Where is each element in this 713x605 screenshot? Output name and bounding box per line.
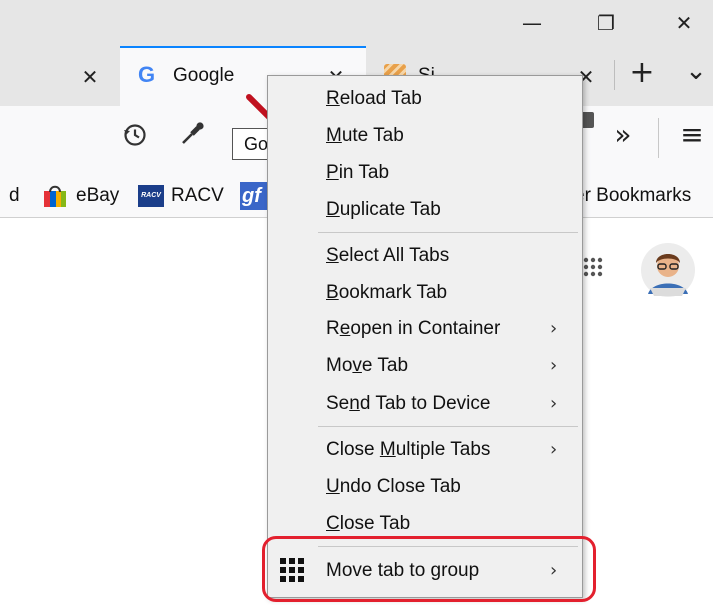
chevron-right-icon: ›	[550, 318, 558, 339]
hamburger-menu-button[interactable]: ≡	[672, 120, 712, 150]
chevron-right-icon: ›	[550, 439, 558, 460]
maximize-button[interactable]: ❐	[586, 8, 626, 38]
ebay-bag-icon	[42, 184, 68, 208]
tab-divider	[614, 60, 615, 90]
tab-context-menu: Reload Tab Mute Tab Pin Tab Duplicate Ta…	[267, 75, 583, 598]
google-favicon-icon: G	[138, 62, 156, 87]
menu-separator	[318, 426, 578, 427]
menu-item-bookmark-tab[interactable]: Bookmark Tab	[326, 279, 447, 307]
menu-item-pin-tab[interactable]: Pin Tab	[326, 159, 389, 187]
chevron-right-icon: ›	[550, 393, 558, 414]
menu-item-reload-tab[interactable]: Reload Tab	[326, 85, 422, 113]
history-icon[interactable]	[122, 122, 148, 148]
menu-separator	[318, 232, 578, 233]
menu-item-duplicate-tab[interactable]: Duplicate Tab	[326, 196, 441, 224]
racv-logo-icon: RACV	[138, 185, 164, 207]
other-bookmarks[interactable]: er Bookmarks	[574, 182, 691, 210]
menu-item-move-tab[interactable]: Move Tab	[326, 352, 408, 380]
bookmark-fragment[interactable]: d	[9, 182, 20, 210]
menu-item-mute-tab[interactable]: Mute Tab	[326, 122, 404, 150]
close-window-button[interactable]: ✕	[664, 8, 704, 38]
menu-item-select-all-tabs[interactable]: Select All Tabs	[326, 242, 449, 270]
menu-item-send-tab-to-device[interactable]: Send Tab to Device	[326, 390, 490, 418]
bookmark-ebay[interactable]: eBay	[76, 182, 119, 210]
tab-title: Google	[173, 65, 235, 86]
apps-grid-icon[interactable]	[582, 256, 604, 278]
close-tab-icon[interactable]: ✕	[70, 62, 110, 92]
menu-item-close-tab[interactable]: Close Tab	[326, 510, 410, 538]
highlight-annotation	[262, 536, 596, 602]
avatar[interactable]	[640, 242, 696, 298]
list-all-tabs-button[interactable]: ⌄	[676, 56, 713, 86]
menu-item-close-multiple-tabs[interactable]: Close Multiple Tabs	[326, 436, 490, 464]
menu-item-reopen-in-container[interactable]: Reopen in Container	[326, 315, 500, 343]
minimize-button[interactable]: —	[512, 8, 552, 38]
new-tab-button[interactable]: +	[622, 58, 662, 88]
toolbar-divider	[658, 118, 659, 158]
chevron-right-icon: ›	[550, 355, 558, 376]
bookmark-racv[interactable]: RACV	[171, 182, 224, 210]
gf-logo-icon: gf	[240, 182, 268, 210]
menu-item-undo-close-tab[interactable]: Undo Close Tab	[326, 473, 461, 501]
eyedropper-icon[interactable]	[178, 120, 206, 148]
overflow-menu-button[interactable]: »	[603, 120, 643, 150]
